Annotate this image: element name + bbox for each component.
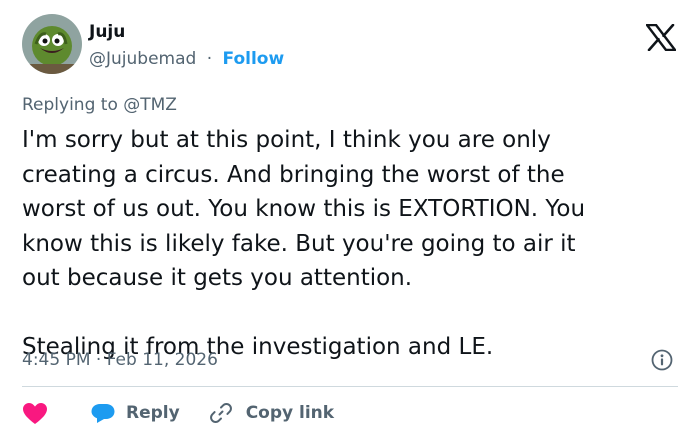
divider — [22, 386, 678, 387]
separator-dot: · — [206, 49, 213, 69]
author-handle[interactable]: @Jujubemad — [89, 49, 196, 69]
tweet-line: know this is likely fake. But you're goi… — [22, 230, 576, 257]
heart-icon — [23, 402, 47, 424]
tweet-line: worst of us out. You know this is EXTORT… — [22, 196, 586, 222]
replying-to: Replying to @TMZ — [22, 94, 177, 116]
replying-prefix: Replying to — [22, 95, 118, 115]
author-name[interactable]: Juju — [89, 21, 125, 43]
reply-button[interactable]: Reply — [90, 402, 180, 424]
copy-link-label: Copy link — [245, 403, 335, 423]
tweet-timestamp[interactable]: 4:45 PM · Feb 11, 2026 — [22, 349, 218, 371]
replying-mention[interactable]: @TMZ — [123, 95, 177, 115]
tweet-line: I'm sorry but at this point, I think you… — [22, 127, 551, 153]
author-handle-row: @Jujubemad · Follow — [89, 48, 284, 70]
link-icon — [209, 402, 232, 424]
tweet-card: Juju @Jujubemad · Follow Replying to @TM… — [0, 0, 700, 440]
x-logo-icon[interactable] — [645, 23, 677, 52]
tweet-line: out because it gets you attention. — [22, 265, 413, 291]
copy-link-button[interactable]: Copy link — [209, 402, 335, 424]
tweet-line: creating a circus. And bringing the wors… — [22, 161, 565, 188]
reply-bubble-icon — [91, 404, 115, 423]
info-icon[interactable] — [651, 349, 673, 371]
like-button[interactable] — [22, 401, 48, 425]
avatar[interactable] — [22, 14, 82, 74]
follow-button[interactable]: Follow — [223, 49, 285, 69]
reply-label: Reply — [126, 403, 180, 423]
tweet-text: I'm sorry but at this point, I think you… — [22, 123, 672, 365]
action-bar: Reply Copy link — [22, 398, 334, 428]
